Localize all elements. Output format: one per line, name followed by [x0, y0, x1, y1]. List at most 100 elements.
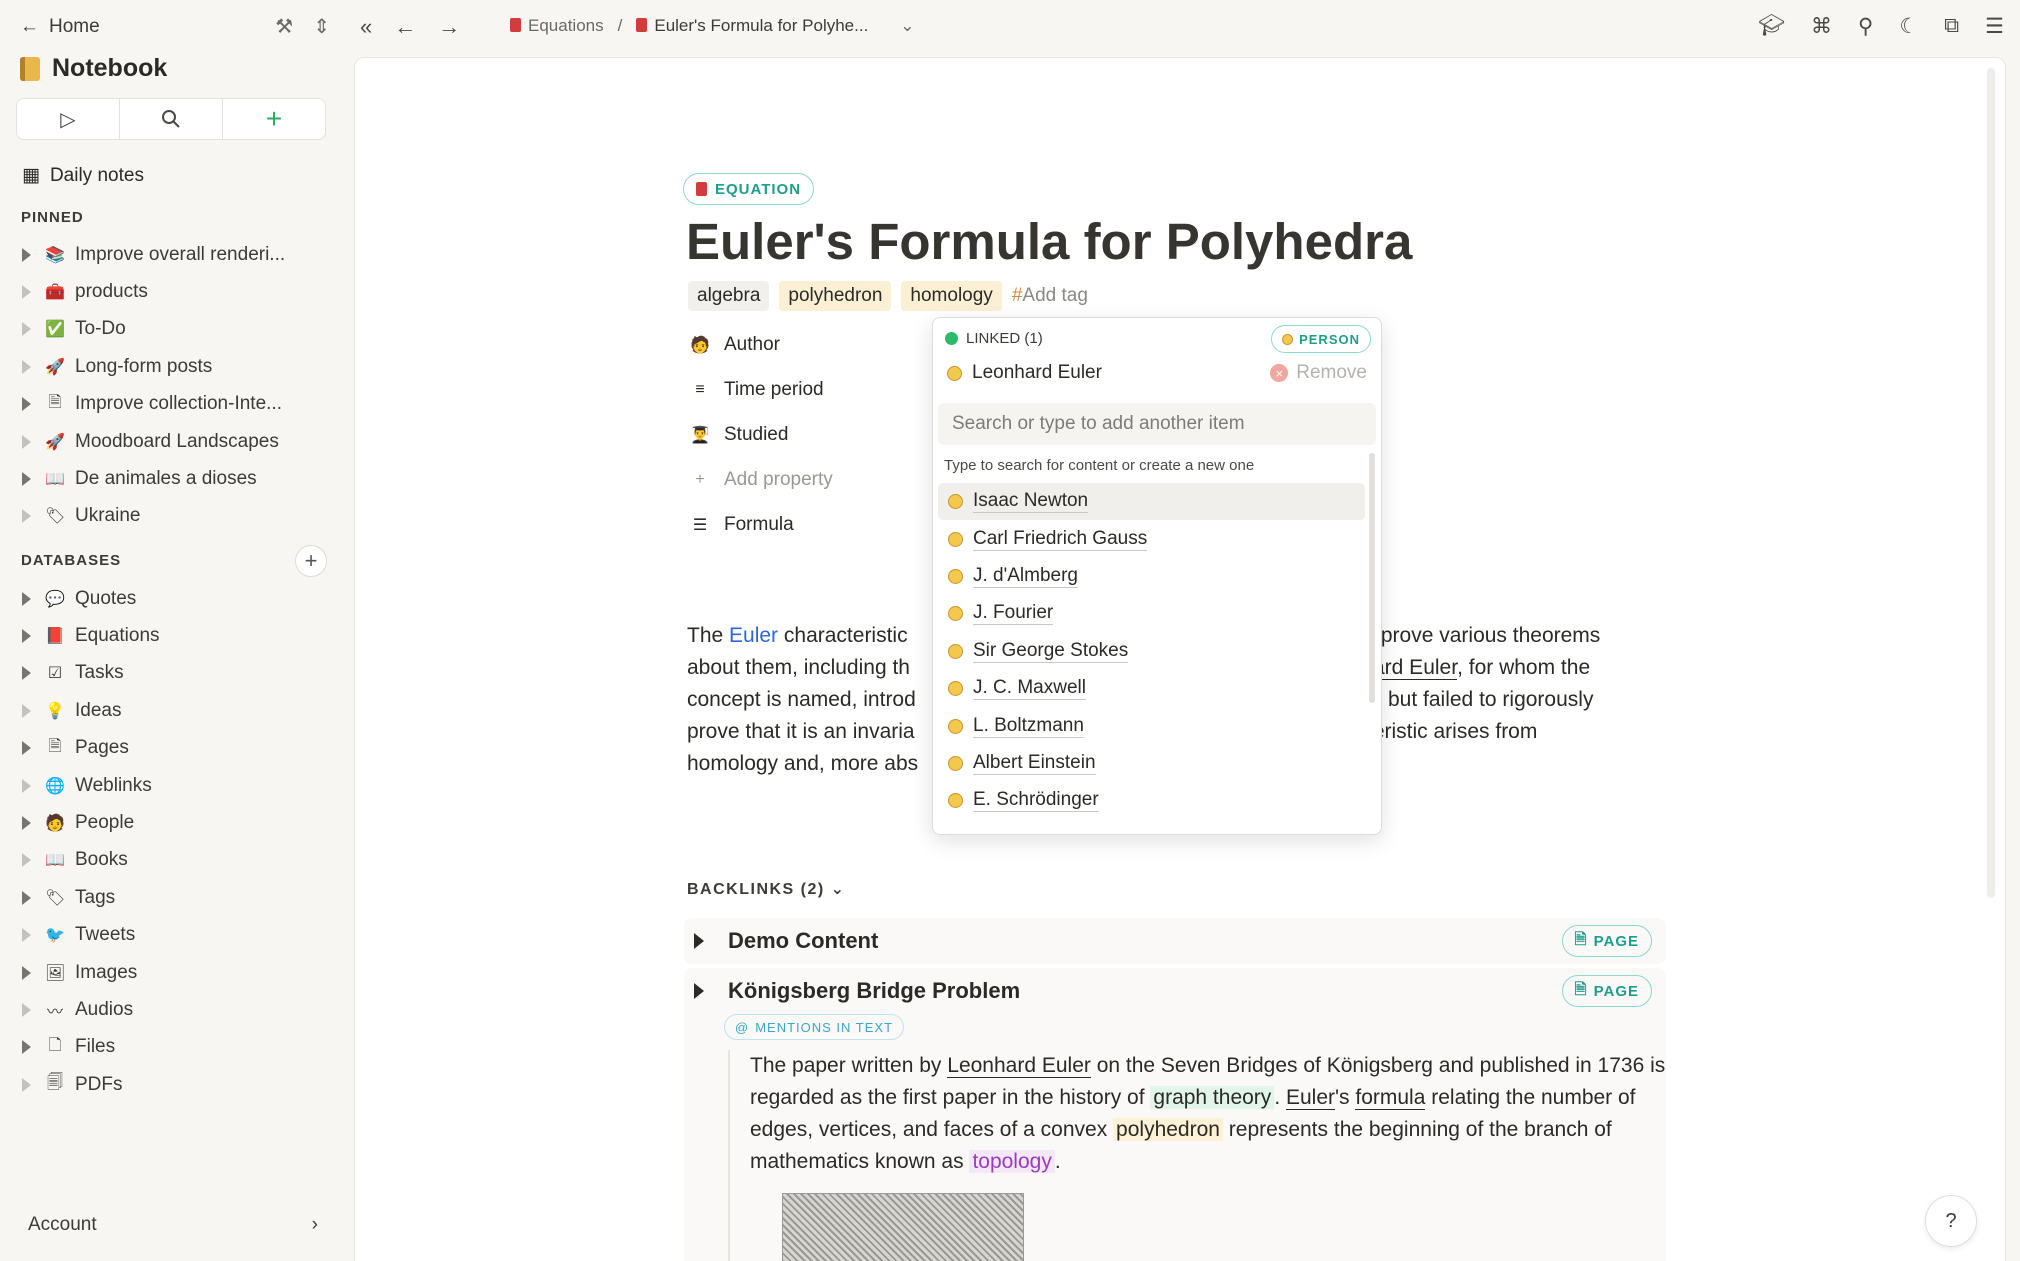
add-database-button[interactable]: +	[295, 545, 327, 577]
sidebar-item-database[interactable]: 🗋 Files	[22, 1029, 322, 1066]
sidebar-item-pinned[interactable]: 🚀 Long-form posts	[22, 348, 322, 385]
daily-notes-link[interactable]: ▦ Daily notes	[22, 164, 144, 187]
tag-homology[interactable]: homology	[901, 281, 1002, 311]
add-tag-button[interactable]: #Add tag	[1012, 285, 1088, 307]
linked-item-name[interactable]: Leonhard Euler	[947, 362, 1102, 384]
popup-scrollbar[interactable]	[1369, 453, 1375, 703]
option-item[interactable]: Isaac Newton	[938, 483, 1365, 521]
tag-algebra[interactable]: algebra	[688, 281, 770, 311]
option-item[interactable]: L. Boltzmann	[938, 707, 1365, 744]
tag-highlight[interactable]: polyhedron	[1113, 1118, 1223, 1141]
person-link[interactable]: Leonhard Euler	[947, 1054, 1091, 1078]
sidebar-item-database[interactable]: 💬 Quotes	[22, 580, 322, 617]
person-link[interactable]: ard Euler	[1373, 656, 1458, 680]
sidebar-item-pinned[interactable]: 🧰 products	[22, 273, 322, 310]
expand-triangle-icon[interactable]	[22, 1040, 31, 1055]
property-row[interactable]: ≡ Time period	[690, 367, 950, 412]
expand-triangle-icon[interactable]	[694, 983, 704, 999]
expand-triangle-icon[interactable]	[22, 703, 31, 718]
property-row[interactable]: ☰ Formula	[690, 502, 950, 547]
copy-icon[interactable]: ⧉	[1944, 14, 1959, 39]
sidebar-item-database[interactable]: 🗎 Pages	[22, 730, 322, 767]
property-row[interactable]: 🧑 Author	[690, 322, 950, 367]
expand-triangle-icon[interactable]	[22, 322, 31, 337]
tag-highlight[interactable]: topology	[969, 1150, 1055, 1173]
sidebar-item-database[interactable]: 📖 Books	[22, 842, 322, 879]
property-row[interactable]: + Add property	[690, 457, 950, 502]
menu-icon[interactable]: ☰	[1985, 14, 2004, 39]
expand-triangle-icon[interactable]	[22, 591, 31, 606]
expand-triangle-icon[interactable]	[22, 741, 31, 756]
back-arrow-icon[interactable]: ←	[394, 14, 416, 40]
option-item[interactable]: Albert Einstein	[938, 745, 1365, 782]
expand-triangle-icon[interactable]	[22, 965, 31, 980]
expand-triangle-icon[interactable]	[22, 1002, 31, 1017]
home-link[interactable]: ← Home	[20, 12, 100, 42]
expand-triangle-icon[interactable]	[694, 933, 704, 949]
wrench-icon[interactable]: ⚒	[275, 14, 293, 39]
sidebar-item-database[interactable]: 📕 Equations	[22, 617, 322, 654]
expand-triangle-icon[interactable]	[22, 472, 31, 487]
person-link[interactable]: Euler	[1285, 1086, 1336, 1110]
backlinks-toggle[interactable]: BACKLINKS (2) ⌄	[687, 879, 846, 899]
expand-triangle-icon[interactable]	[22, 434, 31, 449]
pin-icon[interactable]: ⚲	[1858, 14, 1873, 39]
expand-triangle-icon[interactable]	[22, 247, 31, 262]
tag-polyhedron[interactable]: polyhedron	[779, 281, 892, 311]
scrollbar[interactable]	[1987, 68, 1995, 898]
graduation-cap-icon[interactable]: 🎓︎	[1758, 14, 1785, 39]
page-title[interactable]: Euler's Formula for Polyhedra	[686, 212, 1412, 271]
remove-button[interactable]: × Remove	[1270, 362, 1367, 384]
tag-highlight[interactable]: graph theory	[1150, 1086, 1275, 1109]
sidebar-item-database[interactable]: 〰 Audios	[22, 991, 322, 1028]
expand-triangle-icon[interactable]	[22, 509, 31, 524]
sidebar-item-database[interactable]: 🐦 Tweets	[22, 917, 322, 954]
sidebar-item-database[interactable]: 🗐 PDFs	[22, 1066, 322, 1103]
crumb-equations[interactable]: Equations	[510, 16, 604, 36]
page-link[interactable]: formula	[1355, 1086, 1426, 1110]
sidebar-item-database[interactable]: ☑ Tasks	[22, 655, 322, 692]
search-button[interactable]	[120, 99, 223, 139]
forward-arrow-icon[interactable]: →	[438, 14, 460, 40]
sidebar-item-database[interactable]: 🌐 Weblinks	[22, 767, 322, 804]
euler-link[interactable]: Euler	[729, 624, 778, 647]
sidebar-item-pinned[interactable]: 📖 De animales a dioses	[22, 460, 322, 497]
sidebar-item-pinned[interactable]: ✅ To-Do	[22, 311, 322, 348]
chevron-updown-icon[interactable]: ⇕	[313, 14, 330, 39]
sidebar-item-database[interactable]: 💡 Ideas	[22, 692, 322, 729]
option-item[interactable]: E. Schrödinger	[938, 782, 1365, 819]
expand-triangle-icon[interactable]	[22, 629, 31, 644]
sidebar-item-database[interactable]: 🖼 Images	[22, 954, 322, 991]
expand-triangle-icon[interactable]	[22, 853, 31, 868]
collapse-sidebar-icon[interactable]: «	[360, 14, 372, 40]
sidebar-item-pinned[interactable]: 📚 Improve overall renderi...	[22, 236, 322, 273]
sidebar-item-pinned[interactable]: 🗎 Improve collection-Inte...	[22, 386, 322, 423]
expand-triangle-icon[interactable]	[22, 890, 31, 905]
notebook-title[interactable]: Notebook	[20, 54, 167, 83]
option-item[interactable]: J. Fourier	[938, 595, 1365, 632]
option-item[interactable]: Carl Friedrich Gauss	[938, 520, 1365, 557]
backlink-row[interactable]: Demo Content 🗎 PAGE	[684, 918, 1666, 964]
expand-triangle-icon[interactable]	[22, 816, 31, 831]
backlink-title[interactable]: Demo Content	[728, 928, 878, 954]
crumb-current[interactable]: Euler's Formula for Polyhe...	[636, 16, 868, 36]
sidebar-item-database[interactable]: 🏷 Tags	[22, 879, 322, 916]
help-button[interactable]: ?	[1925, 1195, 1977, 1247]
type-badge[interactable]: EQUATION	[683, 173, 815, 205]
graph-icon[interactable]: ⌘	[1811, 14, 1832, 39]
expand-triangle-icon[interactable]	[22, 397, 31, 412]
sidebar-item-database[interactable]: 🧑 People	[22, 804, 322, 841]
relation-search-input[interactable]	[938, 403, 1376, 445]
moon-icon[interactable]: ☾	[1899, 14, 1918, 39]
expand-triangle-icon[interactable]	[22, 778, 31, 793]
account-row[interactable]: Account ›	[28, 1214, 318, 1236]
option-item[interactable]: J. C. Maxwell	[938, 670, 1365, 707]
option-item[interactable]: J. d'Almberg	[938, 558, 1365, 595]
option-item[interactable]: Sir George Stokes	[938, 633, 1365, 670]
new-button[interactable]: +	[223, 99, 325, 139]
expand-triangle-icon[interactable]	[22, 928, 31, 943]
backlink-row[interactable]: Königsberg Bridge Problem 🗎 PAGE	[684, 968, 1666, 1014]
expand-triangle-icon[interactable]	[22, 666, 31, 681]
backlink-title[interactable]: Königsberg Bridge Problem	[728, 978, 1020, 1004]
expand-triangle-icon[interactable]	[22, 1077, 31, 1092]
